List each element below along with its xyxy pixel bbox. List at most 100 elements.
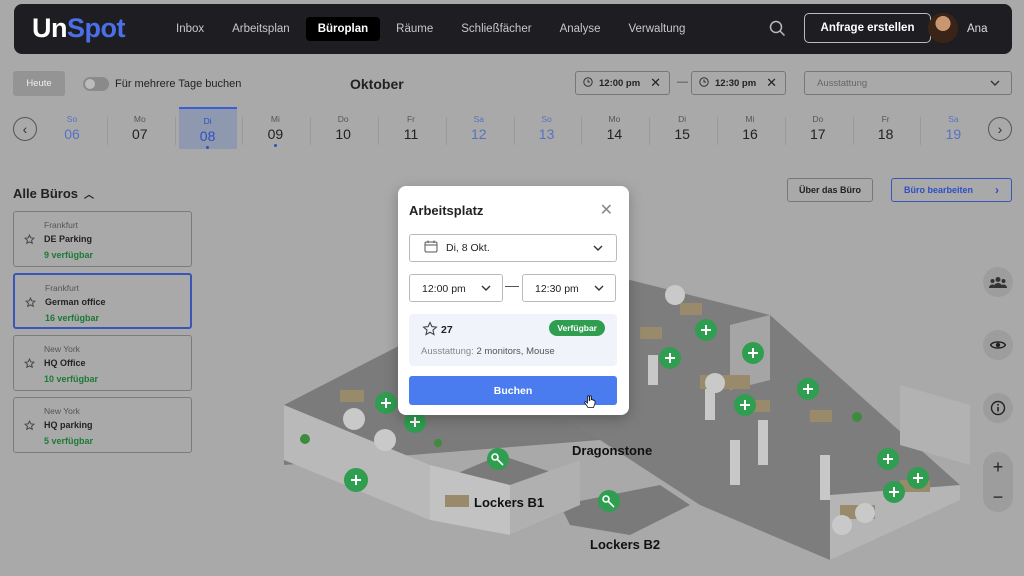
day-separator [310, 117, 312, 145]
eye-icon[interactable] [983, 330, 1013, 360]
nav-raeume[interactable]: Räume [384, 17, 445, 41]
day-09[interactable]: Mi 09 [246, 107, 304, 149]
day-number: 14 [606, 126, 623, 142]
office-card[interactable]: New York HQ parking 5 verfügbar [13, 397, 192, 453]
favorite-star-icon[interactable] [23, 419, 36, 434]
desk-number: 27 [441, 324, 453, 336]
map-label-lockers-b2[interactable]: Lockers B2 [590, 537, 660, 552]
office-card[interactable]: Frankfurt DE Parking 9 verfügbar [13, 211, 192, 267]
day-15[interactable]: Di 15 [653, 107, 711, 149]
nav-verwaltung[interactable]: Verwaltung [616, 17, 697, 41]
favorite-star-icon[interactable] [24, 296, 37, 311]
favorite-star-icon[interactable] [23, 233, 36, 248]
zoom-in-icon[interactable]: + [983, 452, 1013, 482]
booking-end-time-select[interactable]: 12:30 pm [522, 274, 616, 302]
desk [810, 410, 832, 422]
nav-inbox[interactable]: Inbox [164, 17, 216, 41]
create-request-button[interactable]: Anfrage erstellen [804, 13, 931, 43]
user-avatar[interactable] [928, 13, 958, 43]
day-number: 07 [132, 126, 148, 142]
booking-indicator-dot [273, 144, 277, 147]
nav-bueroplan[interactable]: Büroplan [305, 17, 381, 41]
booking-start-time-select[interactable]: 12:00 pm [409, 274, 503, 302]
booking-date-select[interactable]: Di, 8 Okt. [409, 234, 617, 262]
day-13[interactable]: So 13 [518, 107, 576, 149]
office-card[interactable]: Frankfurt German office 16 verfügbar [13, 273, 192, 329]
day-number: 06 [64, 126, 80, 142]
clear-end-time-icon[interactable]: ✕ [766, 75, 777, 91]
chevron-down-icon [480, 282, 492, 297]
zoom-out-icon[interactable]: − [983, 482, 1013, 512]
booking-indicator-dot [206, 146, 210, 149]
day-18[interactable]: Fr 18 [857, 107, 915, 149]
unspot-logo[interactable]: UnSpot [32, 13, 126, 44]
day-number: 19 [945, 126, 962, 142]
nav-arbeitsplan[interactable]: Arbeitsplan [220, 17, 302, 41]
user-name[interactable]: Ana [967, 23, 987, 35]
desk [340, 390, 364, 402]
end-time-field[interactable]: 12:30 pm ✕ [691, 71, 786, 95]
day-10[interactable]: Do 10 [314, 107, 372, 149]
chevron-right-icon: › [995, 183, 999, 197]
favorite-star-icon[interactable] [23, 357, 36, 372]
day-separator [649, 117, 651, 145]
clear-start-time-icon[interactable]: ✕ [650, 75, 661, 91]
favorite-star-icon[interactable] [422, 321, 438, 342]
day-12[interactable]: Sa 12 [450, 107, 508, 149]
day-11[interactable]: Fr 11 [382, 107, 440, 149]
about-office-button[interactable]: Über das Büro [787, 178, 873, 202]
equipment-select[interactable]: Ausstattung [804, 71, 1012, 95]
day-weekday: So [541, 114, 552, 124]
day-06[interactable]: So 06 [43, 107, 101, 149]
multi-day-toggle[interactable] [83, 77, 109, 91]
start-time-field[interactable]: 12:00 pm ✕ [575, 71, 670, 95]
nav-analyse[interactable]: Analyse [548, 17, 613, 41]
day-weekday: Sa [473, 114, 484, 124]
search-icon[interactable] [769, 20, 786, 42]
nav-schliessfaecher[interactable]: Schließfächer [449, 17, 543, 41]
desk-equipment: Ausstattung: 2 monitors, Mouse [421, 346, 555, 357]
previous-week-button[interactable]: ‹ [13, 117, 37, 141]
day-07[interactable]: Mo 07 [111, 107, 169, 149]
desk [445, 495, 469, 507]
hand-cursor-icon [584, 395, 596, 414]
day-separator [513, 117, 515, 145]
offices-heading[interactable]: Alle Büros ︿ [13, 186, 94, 201]
desk [640, 327, 662, 339]
date-strip: So 06 Mo 07 Di 08 Mi 09 Do 10 Fr 11 Sa 12 So 13 Mo 14 Di 15… [39, 107, 987, 149]
day-separator [784, 117, 786, 145]
day-number: 18 [877, 126, 894, 142]
chevron-up-icon: ︿ [84, 190, 95, 201]
desk-unavailable-icon [665, 285, 685, 305]
day-number: 10 [335, 126, 351, 142]
close-icon[interactable]: ✕ [600, 200, 613, 220]
map-label-lockers-b1[interactable]: Lockers B1 [474, 495, 544, 510]
next-week-button[interactable]: › [988, 117, 1012, 141]
chevron-right-icon: › [997, 121, 1003, 137]
column [820, 455, 830, 500]
desk-unavailable-icon [705, 373, 725, 393]
day-16[interactable]: Mi 16 [721, 107, 779, 149]
map-label-dragonstone[interactable]: Dragonstone [572, 443, 652, 458]
day-number: 15 [674, 126, 690, 142]
day-19[interactable]: Sa 19 [924, 107, 982, 149]
offices-heading-label: Alle Büros [13, 186, 79, 201]
office-availability: 9 verfügbar [44, 250, 94, 260]
day-08[interactable]: Di 08 [178, 107, 237, 149]
day-weekday: Mi [270, 114, 280, 124]
day-weekday: Di [678, 114, 687, 124]
chevron-left-icon: ‹ [22, 121, 28, 137]
office-card[interactable]: New York HQ Office 10 verfügbar [13, 335, 192, 391]
info-icon[interactable] [983, 393, 1013, 423]
main-nav: Inbox Arbeitsplan Büroplan Räume Schließ… [164, 17, 701, 41]
day-number: 13 [538, 126, 555, 142]
equipment-label: Ausstattung: [421, 346, 474, 357]
day-17[interactable]: Do 17 [789, 107, 847, 149]
day-number: 09 [267, 126, 284, 142]
day-14[interactable]: Mo 14 [585, 107, 643, 149]
people-icon[interactable] [983, 267, 1013, 297]
booking-date-value: Di, 8 Okt. [446, 242, 490, 254]
edit-office-button[interactable]: Büro bearbeiten › [891, 178, 1012, 202]
day-weekday: Sa [948, 114, 959, 124]
today-button[interactable]: Heute [13, 71, 65, 96]
